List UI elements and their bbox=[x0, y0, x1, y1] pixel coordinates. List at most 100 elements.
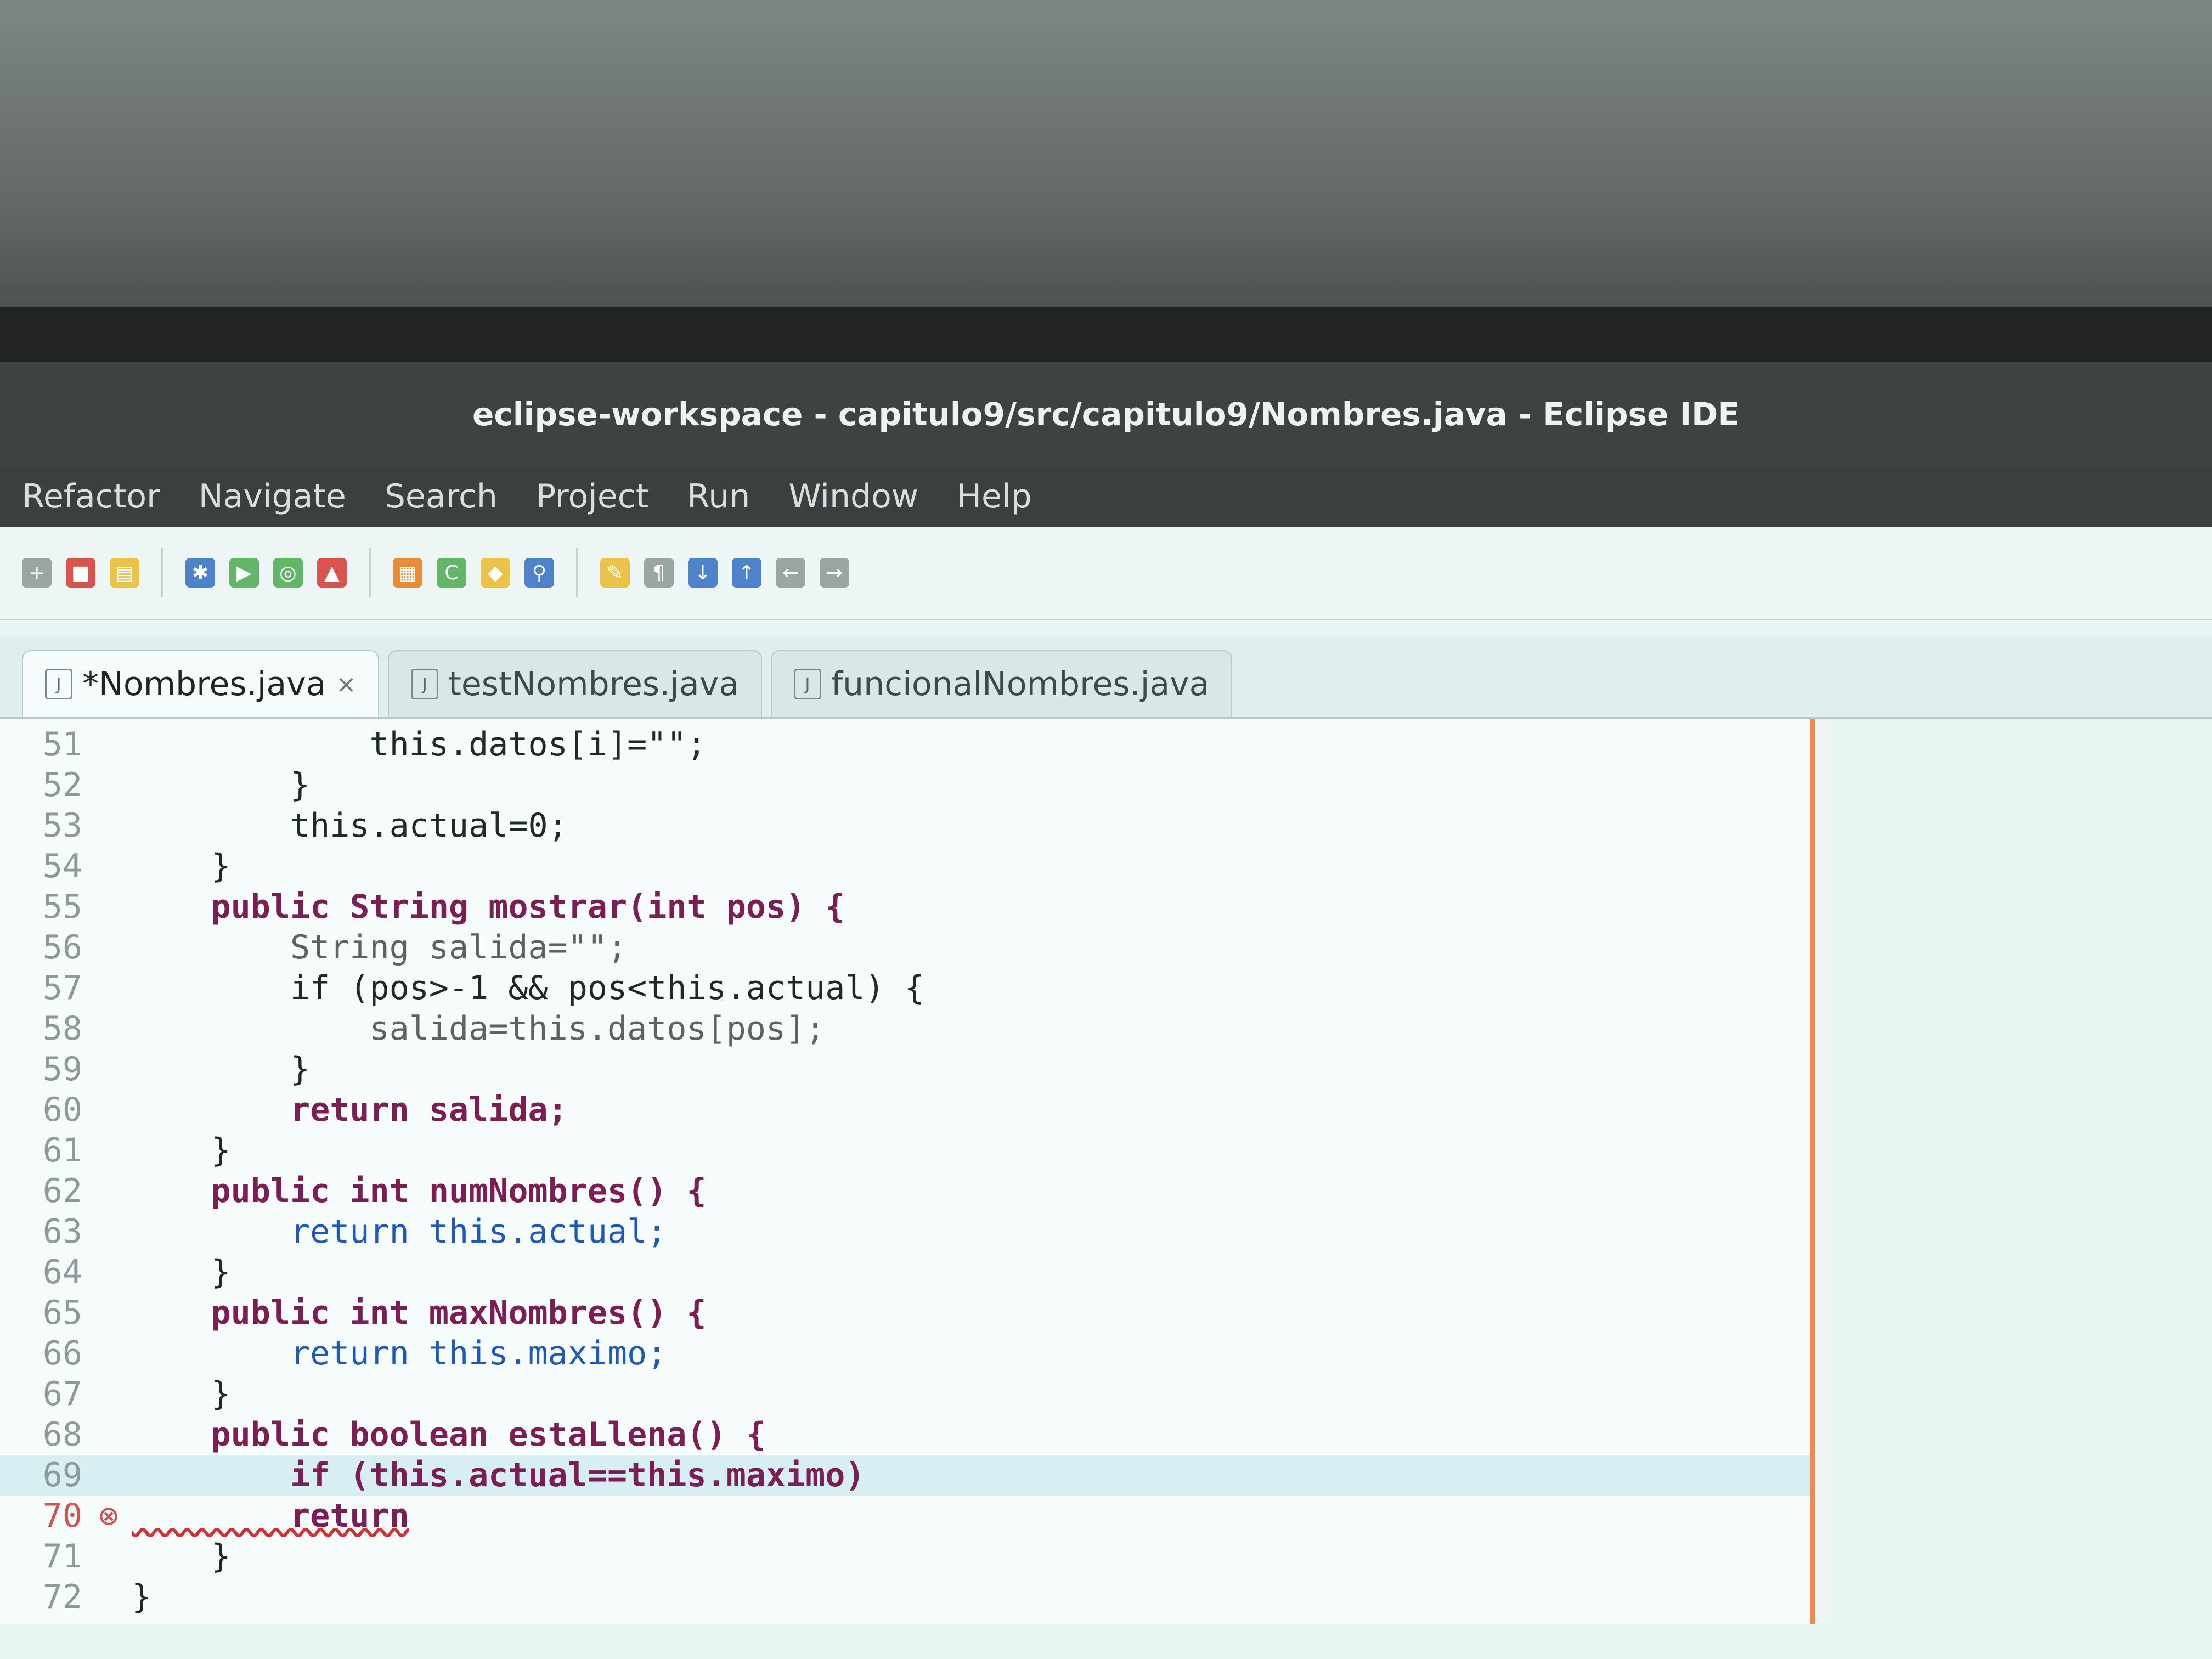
save-icon[interactable]: ■ bbox=[66, 558, 95, 588]
code-text: if (this.actual==this.maximo) bbox=[132, 1456, 865, 1494]
line-number: 51 bbox=[42, 725, 82, 764]
code-line-current: 69 if (this.actual==this.maximo) bbox=[0, 1455, 1810, 1496]
menu-run[interactable]: Run bbox=[687, 477, 750, 516]
tab-testnombres-java[interactable]: J testNombres.java bbox=[388, 650, 762, 717]
new-java-class-icon[interactable]: C bbox=[437, 558, 466, 588]
code-text: } bbox=[132, 847, 231, 885]
java-file-icon: J bbox=[793, 669, 821, 699]
line-number: 63 bbox=[42, 1212, 82, 1251]
code-text: public String mostrar(int pos) { bbox=[132, 888, 845, 926]
tab-nombres-java[interactable]: J *Nombres.java × bbox=[22, 650, 380, 717]
new-java-package-icon[interactable]: ▦ bbox=[393, 558, 422, 588]
code-text: salida=this.datos[pos]; bbox=[132, 1009, 826, 1048]
code-line: 57 if (pos>-1 && pos<this.actual) { bbox=[0, 968, 1810, 1008]
overview-ruler[interactable] bbox=[1810, 719, 1832, 1624]
line-number: 55 bbox=[42, 888, 82, 926]
line-number: 67 bbox=[42, 1375, 82, 1413]
toolbar-separator bbox=[369, 548, 371, 597]
code-text: public int maxNombres() { bbox=[132, 1294, 707, 1332]
search-icon[interactable]: ⚲ bbox=[524, 558, 554, 588]
code-line: 61 } bbox=[0, 1130, 1810, 1171]
code-text: } bbox=[132, 766, 311, 804]
coverage-icon[interactable]: ◎ bbox=[273, 558, 303, 588]
main-toolbar: + ■ ▤ ✱ ▶ ◎ ▲ ▦ C ◆ ⚲ ✎ ¶ ↓ ↑ ← → bbox=[0, 527, 2212, 620]
tab-funcionalnombres-java[interactable]: J funcionalNombres.java bbox=[770, 650, 1233, 717]
code-text: return bbox=[132, 1497, 409, 1535]
new-icon[interactable]: + bbox=[22, 558, 52, 588]
code-line-error: 70 ⊗ return bbox=[0, 1496, 1810, 1536]
save-all-icon[interactable]: ▤ bbox=[110, 558, 139, 588]
menu-search[interactable]: Search bbox=[385, 477, 498, 516]
java-file-icon: J bbox=[45, 669, 72, 699]
toolbar-separator bbox=[576, 548, 578, 597]
code-line: 71 } bbox=[0, 1536, 1810, 1577]
forward-icon[interactable]: → bbox=[820, 558, 849, 588]
menu-project[interactable]: Project bbox=[536, 477, 648, 516]
run-icon[interactable]: ▶ bbox=[229, 558, 259, 588]
window-title-bar: eclipse-workspace - capitulo9/src/capitu… bbox=[0, 362, 2212, 466]
code-text: String salida=""; bbox=[132, 928, 628, 967]
monitor-bezel bbox=[0, 307, 2212, 368]
menu-help[interactable]: Help bbox=[957, 477, 1032, 516]
code-line: 56 String salida=""; bbox=[0, 927, 1810, 968]
code-line: 62 public int numNombres() { bbox=[0, 1171, 1810, 1211]
line-number: 65 bbox=[42, 1294, 82, 1332]
menu-refactor[interactable]: Refactor bbox=[22, 477, 160, 516]
line-number: 53 bbox=[42, 806, 82, 845]
line-number: 57 bbox=[42, 969, 82, 1007]
menu-window[interactable]: Window bbox=[788, 477, 918, 516]
code-line: 68 public boolean estaLlena() { bbox=[0, 1414, 1810, 1455]
toolbar-separator bbox=[161, 548, 163, 597]
line-number: 58 bbox=[42, 1009, 82, 1048]
line-number: 66 bbox=[42, 1334, 82, 1373]
close-icon[interactable]: × bbox=[336, 670, 356, 698]
code-text: public int numNombres() { bbox=[132, 1172, 707, 1210]
code-text: if (pos>-1 && pos<this.actual) { bbox=[132, 969, 924, 1007]
code-line: 59 } bbox=[0, 1049, 1810, 1090]
toggle-mark-icon[interactable]: ¶ bbox=[644, 558, 674, 588]
menu-bar: Refactor Navigate Search Project Run Win… bbox=[0, 466, 2212, 527]
external-tools-icon[interactable]: ▲ bbox=[317, 558, 347, 588]
code-line: 53 this.actual=0; bbox=[0, 805, 1810, 846]
line-number: 59 bbox=[42, 1050, 82, 1088]
tab-label: funcionalNombres.java bbox=[831, 665, 1210, 703]
code-line: 51 this.datos[i]=""; bbox=[0, 724, 1810, 765]
line-number: 61 bbox=[42, 1131, 82, 1170]
line-number: 71 bbox=[42, 1537, 82, 1576]
line-number: 72 bbox=[42, 1578, 82, 1616]
line-number: 56 bbox=[42, 928, 82, 967]
debug-icon[interactable]: ✱ bbox=[185, 558, 215, 588]
code-text: public boolean estaLlena() { bbox=[132, 1415, 766, 1454]
code-text: } bbox=[132, 1131, 231, 1170]
code-text: } bbox=[132, 1253, 231, 1291]
line-number: 52 bbox=[42, 766, 82, 804]
code-line: 67 } bbox=[0, 1374, 1810, 1414]
code-line: 65 public int maxNombres() { bbox=[0, 1293, 1810, 1333]
code-text: } bbox=[132, 1050, 311, 1088]
code-text: return this.maximo; bbox=[132, 1334, 667, 1373]
line-number: 62 bbox=[42, 1172, 82, 1210]
editor-tabs: J *Nombres.java × J testNombres.java J f… bbox=[0, 636, 2212, 719]
menu-navigate[interactable]: Navigate bbox=[199, 477, 346, 516]
code-line: 55 public String mostrar(int pos) { bbox=[0, 887, 1810, 927]
code-text: } bbox=[132, 1375, 231, 1413]
code-editor[interactable]: 51 this.datos[i]=""; 52 } 53 this.actual… bbox=[0, 719, 1810, 1624]
code-text: this.actual=0; bbox=[132, 806, 568, 845]
next-annotation-icon[interactable]: ↓ bbox=[688, 558, 718, 588]
back-icon[interactable]: ← bbox=[776, 558, 805, 588]
window-title: eclipse-workspace - capitulo9/src/capitu… bbox=[472, 396, 1740, 433]
java-file-icon: J bbox=[411, 669, 439, 699]
previous-annotation-icon[interactable]: ↑ bbox=[732, 558, 761, 588]
tab-label: *Nombres.java bbox=[82, 665, 326, 703]
open-type-icon[interactable]: ◆ bbox=[481, 558, 510, 588]
code-text: } bbox=[132, 1578, 152, 1616]
line-number: 69 bbox=[42, 1456, 82, 1494]
code-text: return salida; bbox=[132, 1091, 568, 1129]
annotation-icon[interactable]: ✎ bbox=[600, 558, 630, 588]
code-line: 63 return this.actual; bbox=[0, 1211, 1810, 1252]
line-number: 70 bbox=[42, 1497, 82, 1535]
editor-bottom-edge bbox=[0, 1624, 2212, 1659]
line-number: 64 bbox=[42, 1253, 82, 1291]
tab-label: testNombres.java bbox=[448, 665, 739, 703]
error-icon[interactable]: ⊗ bbox=[99, 1497, 119, 1535]
